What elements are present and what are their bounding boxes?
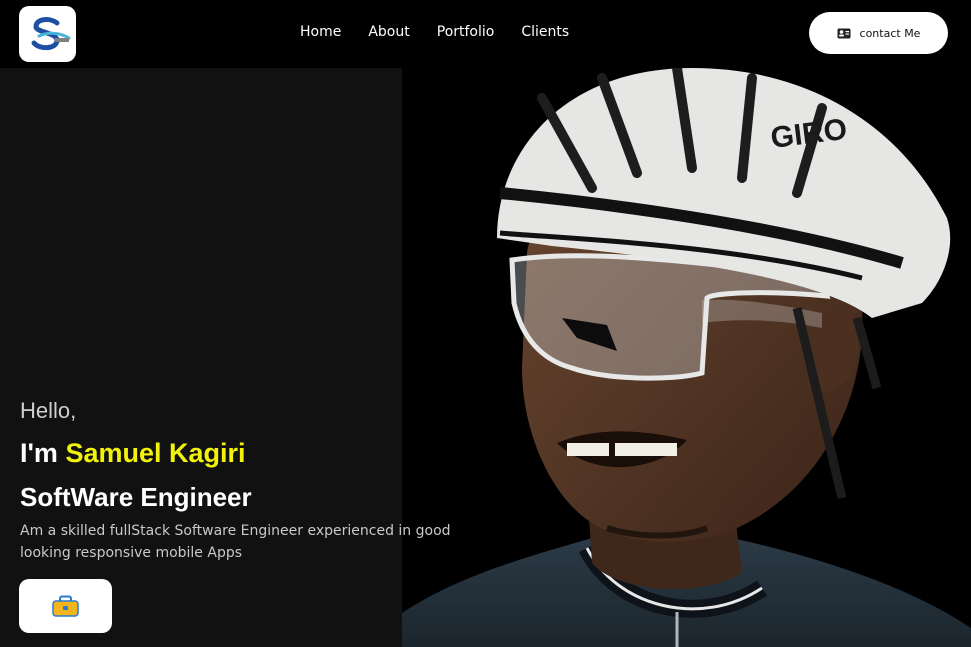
nav-clients[interactable]: Clients (521, 24, 569, 40)
briefcase-icon (52, 595, 79, 617)
navbar: Home About Portfolio Clients contact Me (0, 0, 971, 68)
portfolio-button[interactable] (19, 579, 112, 633)
contact-card-icon (837, 28, 851, 38)
contact-me-button[interactable]: contact Me (809, 12, 948, 54)
nav-home[interactable]: Home (300, 24, 341, 40)
cyclist-portrait-illustration: GIRO (402, 68, 971, 647)
intro-prefix: I'm (20, 438, 66, 468)
s-monogram-logo-icon (31, 17, 70, 51)
nav-about[interactable]: About (368, 24, 409, 40)
contact-me-label: contact Me (859, 26, 921, 40)
profile-photo: GIRO (402, 68, 971, 647)
developer-name: Samuel Kagiri (65, 438, 246, 468)
intro-heading: I'm Samuel Kagiri (20, 438, 246, 469)
nav-links: Home About Portfolio Clients (300, 24, 569, 40)
role-heading: SoftWare Engineer (20, 482, 252, 512)
greeting-text: Hello, (20, 398, 77, 423)
logo-icon[interactable] (19, 6, 76, 62)
nav-portfolio[interactable]: Portfolio (437, 24, 495, 40)
hero-description: Am a skilled fullStack Software Engineer… (20, 523, 451, 561)
